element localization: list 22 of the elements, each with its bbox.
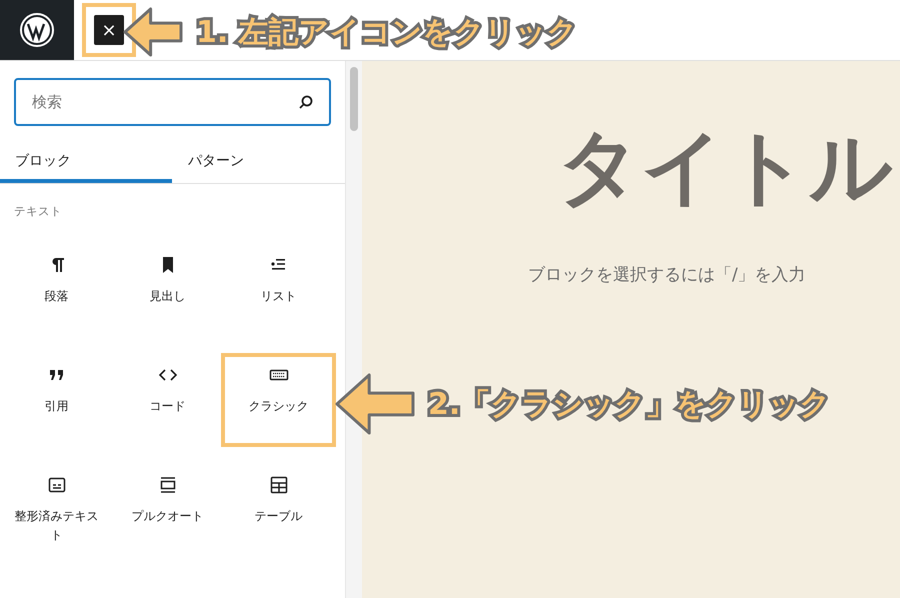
block-item[interactable]: プルクオート (114, 467, 221, 553)
block-item[interactable]: 整形済みテキスト (3, 467, 110, 553)
wordpress-logo[interactable] (0, 0, 74, 60)
search-icon (297, 93, 315, 111)
post-title[interactable]: タイトル (557, 127, 893, 209)
block-item[interactable]: 見出し (114, 247, 221, 333)
block-item[interactable]: 段落 (3, 247, 110, 333)
tab[interactable]: パターン (172, 142, 344, 183)
block-item[interactable]: 引用 (3, 357, 110, 443)
search-field[interactable]: 検索 (14, 78, 331, 126)
logo-icon (19, 12, 55, 48)
block-placeholder[interactable]: ブロックを選択するには「/」を入力 (528, 263, 806, 286)
close-button[interactable]: × (94, 15, 124, 45)
annotation-text: 1. 左記アイコンをクリック (196, 14, 578, 52)
pointer-arrow (122, 6, 184, 58)
tab[interactable]: ブロック (0, 142, 172, 183)
block-item[interactable]: リスト (225, 247, 332, 333)
block-item[interactable]: テーブル (225, 467, 332, 553)
block-item[interactable]: クラシック (225, 357, 332, 443)
annotation-text: 2.「クラシック」をクリック (428, 386, 830, 424)
section-heading: テキスト (14, 204, 63, 219)
block-item[interactable]: コード (114, 357, 221, 443)
